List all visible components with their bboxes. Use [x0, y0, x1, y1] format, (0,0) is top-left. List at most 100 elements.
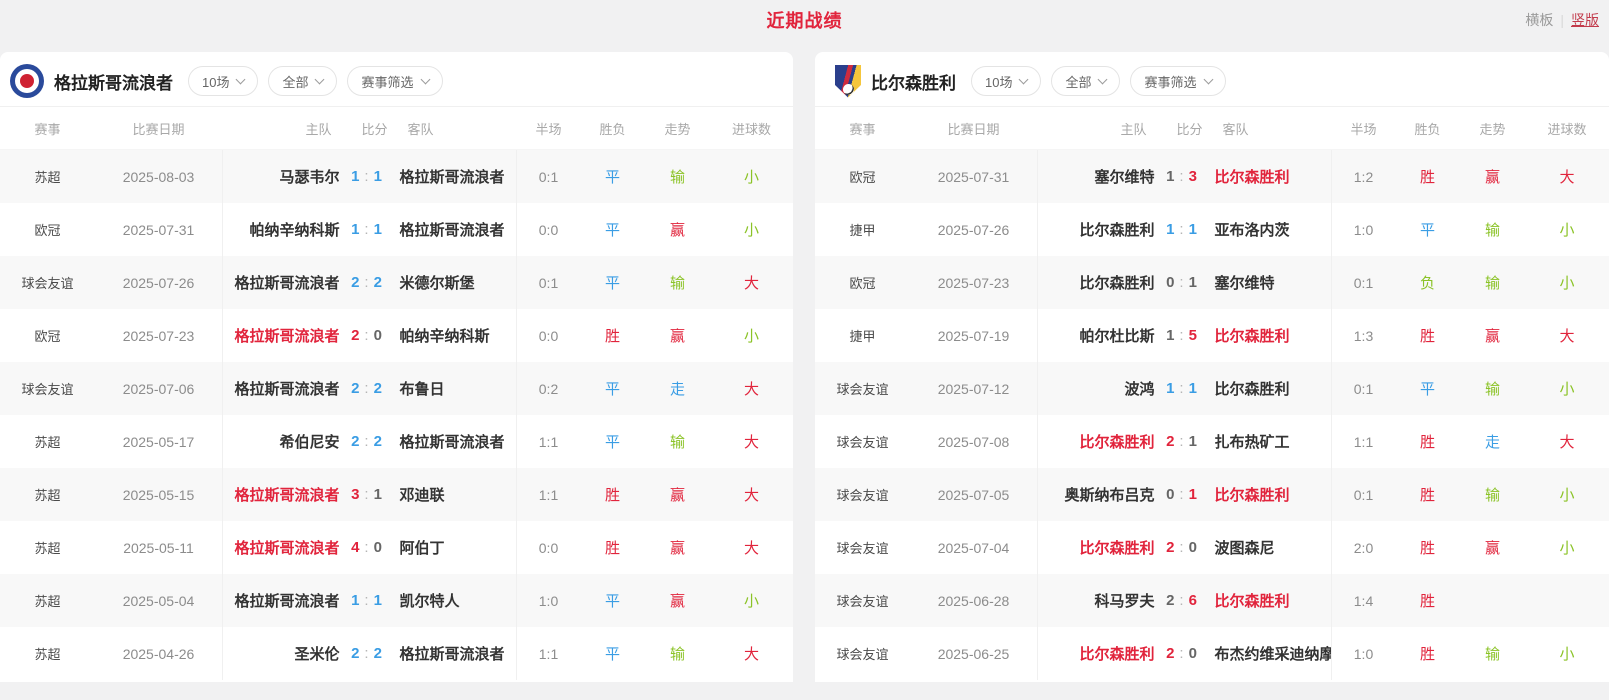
matches-count-dropdown[interactable]: 10场: [188, 66, 258, 96]
table-row[interactable]: 苏超2025-05-15格拉斯哥流浪者3:1邓迪联1:1胜赢大: [0, 468, 793, 521]
home-team[interactable]: 波鸿: [1038, 378, 1155, 399]
table-row[interactable]: 球会友谊2025-07-04比尔森胜利2:0波图森尼2:0胜赢小: [815, 521, 1609, 574]
table-row[interactable]: 捷甲2025-07-19帕尔杜比斯1:5比尔森胜利1:3胜赢大: [815, 309, 1609, 362]
home-team[interactable]: 比尔森胜利: [1038, 219, 1155, 240]
goals-cell: 大: [710, 537, 793, 558]
away-team[interactable]: 塞尔维特: [1209, 272, 1332, 293]
home-team[interactable]: 比尔森胜利: [1038, 643, 1155, 664]
table-row[interactable]: 苏超2025-05-04格拉斯哥流浪者1:1凯尔特人1:0平赢小: [0, 574, 793, 627]
table-row[interactable]: 苏超2025-05-11格拉斯哥流浪者4:0阿伯丁0:0胜赢大: [0, 521, 793, 574]
result-cell: 胜: [580, 484, 645, 505]
table-row[interactable]: 苏超2025-05-17希伯尼安2:2格拉斯哥流浪者1:1平输大: [0, 415, 793, 468]
away-team[interactable]: 格拉斯哥流浪者: [394, 166, 517, 187]
column-header-date: 比赛日期: [95, 119, 222, 138]
home-team[interactable]: 塞尔维特: [1038, 166, 1155, 187]
result-cell: 平: [1395, 219, 1460, 240]
away-team[interactable]: 比尔森胜利: [1209, 325, 1332, 346]
goals-cell: 大: [710, 378, 793, 399]
home-team[interactable]: 马瑟韦尔: [223, 166, 340, 187]
competition-cell: 球会友谊: [815, 485, 910, 504]
layout-link-vertical[interactable]: 竖版: [1571, 10, 1599, 30]
score: 4:0: [340, 539, 394, 556]
trend-cell: 输: [645, 643, 710, 664]
table-row[interactable]: 欧冠2025-07-31塞尔维特1:3比尔森胜利1:2胜赢大: [815, 150, 1609, 203]
table-row[interactable]: 欧冠2025-07-31帕纳辛纳科斯1:1格拉斯哥流浪者0:0平赢小: [0, 203, 793, 256]
home-team[interactable]: 格拉斯哥流浪者: [223, 484, 340, 505]
competition-cell: 捷甲: [815, 220, 910, 239]
away-team[interactable]: 凯尔特人: [394, 590, 517, 611]
competition-cell: 球会友谊: [0, 379, 95, 398]
home-team[interactable]: 格拉斯哥流浪者: [223, 378, 340, 399]
table-row[interactable]: 捷甲2025-07-26比尔森胜利1:1亚布洛内茨1:0平输小: [815, 203, 1609, 256]
table-row[interactable]: 苏超2025-08-03马瑟韦尔1:1格拉斯哥流浪者0:1平输小: [0, 150, 793, 203]
date-cell: 2025-07-31: [910, 169, 1037, 185]
home-team[interactable]: 格拉斯哥流浪者: [223, 537, 340, 558]
home-team[interactable]: 格拉斯哥流浪者: [223, 272, 340, 293]
table-row[interactable]: 欧冠2025-07-23格拉斯哥流浪者2:0帕纳辛纳科斯0:0胜赢小: [0, 309, 793, 362]
match-cell: 格拉斯哥流浪者2:2米德尔斯堡: [222, 256, 517, 309]
competition-filter-dropdown[interactable]: 赛事筛选: [1130, 66, 1225, 96]
date-cell: 2025-07-08: [910, 434, 1037, 450]
home-team[interactable]: 比尔森胜利: [1038, 431, 1155, 452]
away-team[interactable]: 米德尔斯堡: [394, 272, 517, 293]
panels-container: 格拉斯哥流浪者 10场 全部 赛事筛选 赛事 比赛日期 主队 比分 客队 半场 …: [0, 40, 1609, 682]
away-team[interactable]: 布杰约维采迪纳摩: [1209, 643, 1332, 664]
away-team[interactable]: 比尔森胜利: [1209, 484, 1332, 505]
date-cell: 2025-08-03: [95, 169, 222, 185]
trend-cell: 赢: [1460, 166, 1525, 187]
table-row[interactable]: 球会友谊2025-07-06格拉斯哥流浪者2:2布鲁日0:2平走大: [0, 362, 793, 415]
away-team[interactable]: 扎布热矿工: [1209, 431, 1332, 452]
away-team[interactable]: 布鲁日: [394, 378, 517, 399]
match-cell: 波鸿1:1比尔森胜利: [1037, 362, 1332, 415]
table-row[interactable]: 球会友谊2025-07-08比尔森胜利2:1扎布热矿工1:1胜走大: [815, 415, 1609, 468]
away-team[interactable]: 格拉斯哥流浪者: [394, 643, 517, 664]
half-score-cell: 0:1: [1332, 487, 1395, 503]
away-team[interactable]: 格拉斯哥流浪者: [394, 431, 517, 452]
home-team[interactable]: 帕尔杜比斯: [1038, 325, 1155, 346]
layout-link-horizontal[interactable]: 横板: [1525, 10, 1553, 30]
result-cell: 胜: [580, 537, 645, 558]
table-row[interactable]: 球会友谊2025-06-28科马罗夫2:6比尔森胜利1:4胜: [815, 574, 1609, 627]
table-row[interactable]: 欧冠2025-07-23比尔森胜利0:1塞尔维特0:1负输小: [815, 256, 1609, 309]
away-team[interactable]: 比尔森胜利: [1209, 590, 1332, 611]
table-row[interactable]: 球会友谊2025-07-26格拉斯哥流浪者2:2米德尔斯堡0:1平输大: [0, 256, 793, 309]
table-row[interactable]: 球会友谊2025-07-05奥斯纳布吕克0:1比尔森胜利0:1胜输小: [815, 468, 1609, 521]
column-header-trend: 走势: [645, 119, 710, 138]
venue-filter-dropdown[interactable]: 全部: [1051, 66, 1120, 96]
away-team[interactable]: 邓迪联: [394, 484, 517, 505]
chevron-down-icon: [315, 74, 325, 84]
competition-filter-dropdown[interactable]: 赛事筛选: [347, 66, 442, 96]
date-cell: 2025-04-26: [95, 646, 222, 662]
home-team[interactable]: 奥斯纳布吕克: [1038, 484, 1155, 505]
table-row[interactable]: 球会友谊2025-06-25比尔森胜利2:0布杰约维采迪纳摩1:0胜输小: [815, 627, 1609, 680]
half-score-cell: 1:2: [1332, 169, 1395, 185]
match-cell: 格拉斯哥流浪者2:0帕纳辛纳科斯: [222, 309, 517, 362]
away-team[interactable]: 比尔森胜利: [1209, 378, 1332, 399]
competition-cell: 苏超: [0, 167, 95, 186]
away-team[interactable]: 比尔森胜利: [1209, 166, 1332, 187]
match-cell: 比尔森胜利2:0波图森尼: [1037, 521, 1332, 574]
away-team[interactable]: 亚布洛内茨: [1209, 219, 1332, 240]
away-team[interactable]: 阿伯丁: [394, 537, 517, 558]
home-team[interactable]: 格拉斯哥流浪者: [223, 325, 340, 346]
home-team[interactable]: 格拉斯哥流浪者: [223, 590, 340, 611]
venue-filter-dropdown[interactable]: 全部: [268, 66, 337, 96]
away-team[interactable]: 格拉斯哥流浪者: [394, 219, 517, 240]
home-team[interactable]: 圣米伦: [223, 643, 340, 664]
table-row[interactable]: 球会友谊2025-07-12波鸿1:1比尔森胜利0:1平输小: [815, 362, 1609, 415]
goals-cell: 小: [710, 590, 793, 611]
matches-count-dropdown[interactable]: 10场: [971, 66, 1041, 96]
home-team[interactable]: 帕纳辛纳科斯: [223, 219, 340, 240]
table-row[interactable]: 苏超2025-04-26圣米伦2:2格拉斯哥流浪者1:1平输大: [0, 627, 793, 680]
home-team[interactable]: 比尔森胜利: [1038, 537, 1155, 558]
half-score-cell: 2:0: [1332, 540, 1395, 556]
home-team[interactable]: 科马罗夫: [1038, 590, 1155, 611]
column-header-competition: 赛事: [0, 119, 95, 138]
competition-cell: 欧冠: [815, 167, 910, 186]
home-team[interactable]: 比尔森胜利: [1038, 272, 1155, 293]
away-team[interactable]: 帕纳辛纳科斯: [394, 325, 517, 346]
away-team[interactable]: 波图森尼: [1209, 537, 1332, 558]
home-team[interactable]: 希伯尼安: [223, 431, 340, 452]
match-cell: 圣米伦2:2格拉斯哥流浪者: [222, 627, 517, 680]
result-cell: 胜: [1395, 166, 1460, 187]
